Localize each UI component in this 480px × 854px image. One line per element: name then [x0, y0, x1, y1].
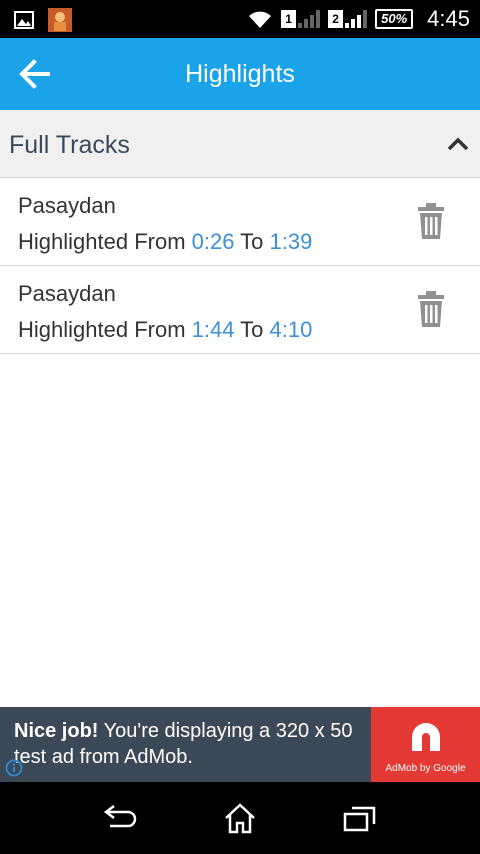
trash-icon[interactable]	[416, 203, 446, 239]
chevron-up-icon[interactable]	[446, 134, 470, 154]
image-icon	[14, 11, 34, 29]
back-icon[interactable]	[102, 802, 138, 834]
highlight-to-label: To	[234, 229, 270, 254]
ad-logo-text: AdMob by Google	[385, 763, 466, 774]
signal-icon	[345, 10, 368, 28]
wifi-icon	[249, 11, 272, 28]
track-row[interactable]: Pasaydan Highlighted From 0:26 To 1:39	[0, 178, 480, 266]
info-icon[interactable]	[5, 759, 23, 777]
highlight-prefix: Highlighted From	[18, 229, 192, 254]
clock: 4:45	[427, 6, 470, 31]
highlight-range: Highlighted From 0:26 To 1:39	[18, 229, 312, 255]
highlight-from: 1:44	[191, 317, 235, 342]
ad-banner[interactable]: Nice job! You're displaying a 320 x 50 t…	[0, 707, 480, 782]
battery-icon: 50%	[375, 9, 414, 29]
admob-logo: AdMob by Google	[371, 707, 480, 782]
app-thumbnail-icon	[48, 8, 72, 32]
sim1-label: 1	[281, 10, 297, 28]
navigation-bar	[0, 782, 480, 854]
highlight-to-label: To	[234, 317, 270, 342]
ad-headline: Nice job!	[14, 720, 99, 742]
track-name: Pasaydan	[18, 193, 116, 218]
section-header-full-tracks[interactable]: Full Tracks	[0, 110, 480, 178]
recents-icon[interactable]	[342, 802, 378, 834]
signal-icon	[298, 10, 321, 28]
home-icon[interactable]	[222, 802, 258, 834]
highlight-to: 4:10	[269, 317, 313, 342]
track-name: Pasaydan	[18, 281, 116, 306]
highlight-from: 0:26	[191, 229, 235, 254]
sim2-signal: 2	[328, 10, 368, 28]
admob-mark-icon	[412, 723, 440, 751]
page-title: Highlights	[185, 60, 295, 88]
highlight-range: Highlighted From 1:44 To 4:10	[18, 317, 312, 343]
ad-text: Nice job! You're displaying a 320 x 50 t…	[14, 718, 374, 770]
section-title: Full Tracks	[9, 131, 130, 159]
sim1-signal: 1	[281, 10, 321, 28]
app-bar: Highlights	[0, 38, 480, 110]
trash-icon[interactable]	[416, 291, 446, 327]
highlight-prefix: Highlighted From	[18, 317, 192, 342]
sim2-label: 2	[328, 10, 344, 28]
highlight-to: 1:39	[269, 229, 313, 254]
track-row[interactable]: Pasaydan Highlighted From 1:44 To 4:10	[0, 266, 480, 354]
status-bar: 1 2 50% 4:45	[0, 0, 480, 38]
